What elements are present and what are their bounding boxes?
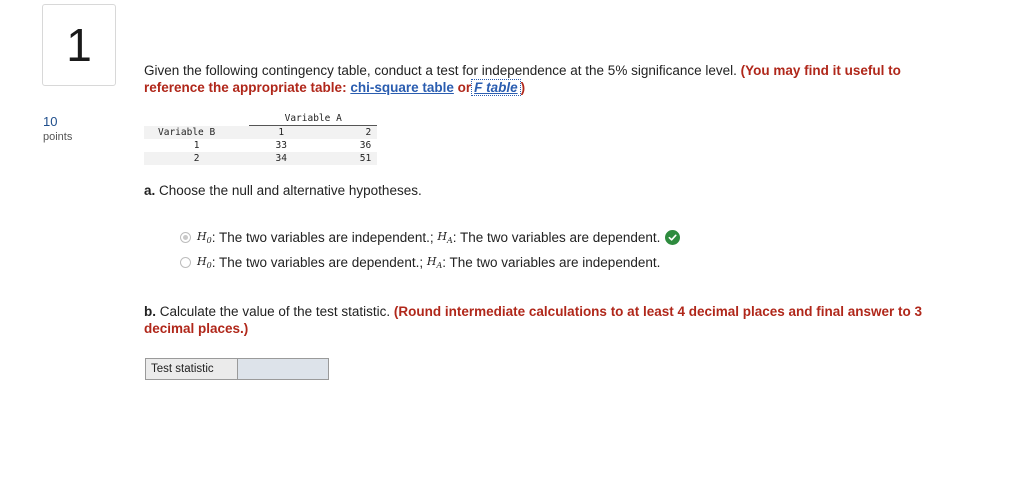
test-statistic-table: Test statistic — [145, 358, 329, 380]
h0-symbol: H0 — [197, 255, 212, 270]
table-cell: 33 — [249, 139, 314, 152]
column-variable-header: Variable A — [249, 112, 378, 126]
f-table-link-label: F table — [474, 80, 518, 95]
hypothesis-option-2[interactable]: H0 : The two variables are dependent.; H… — [180, 255, 660, 270]
points-label: points — [43, 131, 73, 143]
prompt-text: Given the following contingency table, c… — [144, 63, 737, 78]
chi-square-table-link[interactable]: chi-square table — [350, 80, 454, 95]
row-variable-header: Variable B — [144, 125, 250, 139]
table-cell: 34 — [249, 152, 314, 165]
correct-check-icon — [665, 230, 681, 246]
ha-symbol: HA — [437, 230, 452, 245]
column-label: 1 — [249, 125, 314, 139]
radio-button-selected[interactable] — [180, 232, 191, 244]
question-prompt: Given the following contingency table, c… — [144, 62, 964, 96]
part-b-prompt: b. Calculate the value of the test stati… — [144, 303, 974, 337]
part-a-label: a. — [144, 183, 156, 198]
part-b-label: b. — [144, 304, 156, 319]
row-label: 2 — [144, 152, 250, 165]
radio-button[interactable] — [180, 257, 191, 269]
prompt-close: ) — [520, 80, 526, 95]
h0-symbol: H0 — [197, 230, 212, 245]
ha-symbol: HA — [427, 255, 442, 270]
hypothesis-option-1[interactable]: H0 : The two variables are independent.;… — [180, 230, 681, 246]
ha-letter: H — [437, 230, 447, 243]
question-number-box: 1 — [42, 4, 116, 86]
h0-statement: : The two variables are dependent.; — [211, 255, 424, 271]
table-row: 2 34 51 — [144, 152, 378, 165]
prompt-or: or — [457, 80, 472, 95]
ha-statement: : The two variables are independent. — [442, 255, 661, 271]
contingency-table: Variable A Variable B 1 2 1 33 36 2 34 5… — [144, 112, 378, 165]
table-corner — [144, 112, 249, 126]
part-b-text: Calculate the value of the test statisti… — [159, 304, 391, 319]
h0-letter: H — [197, 255, 207, 268]
h0-letter: H — [197, 230, 207, 243]
ha-letter: H — [426, 255, 437, 268]
table-cell: 51 — [313, 152, 378, 165]
test-statistic-label: Test statistic — [145, 358, 238, 380]
test-statistic-cell — [237, 358, 329, 380]
test-statistic-input[interactable] — [238, 359, 328, 379]
table-row: 1 33 36 — [144, 139, 378, 152]
h0-statement: : The two variables are independent.; — [211, 230, 434, 246]
part-a-text: Choose the null and alternative hypothes… — [159, 183, 422, 198]
question-number: 1 — [66, 19, 92, 71]
column-label: 2 — [313, 125, 378, 139]
ha-statement: : The two variables are dependent. — [452, 230, 661, 246]
row-label: 1 — [144, 139, 250, 152]
part-a-prompt: a. Choose the null and alternative hypot… — [144, 183, 422, 198]
table-cell: 36 — [313, 139, 378, 152]
question-page: 1 10 points Given the following continge… — [0, 0, 1024, 490]
points-value: 10 — [43, 114, 58, 129]
f-table-link[interactable]: F table — [471, 79, 521, 96]
